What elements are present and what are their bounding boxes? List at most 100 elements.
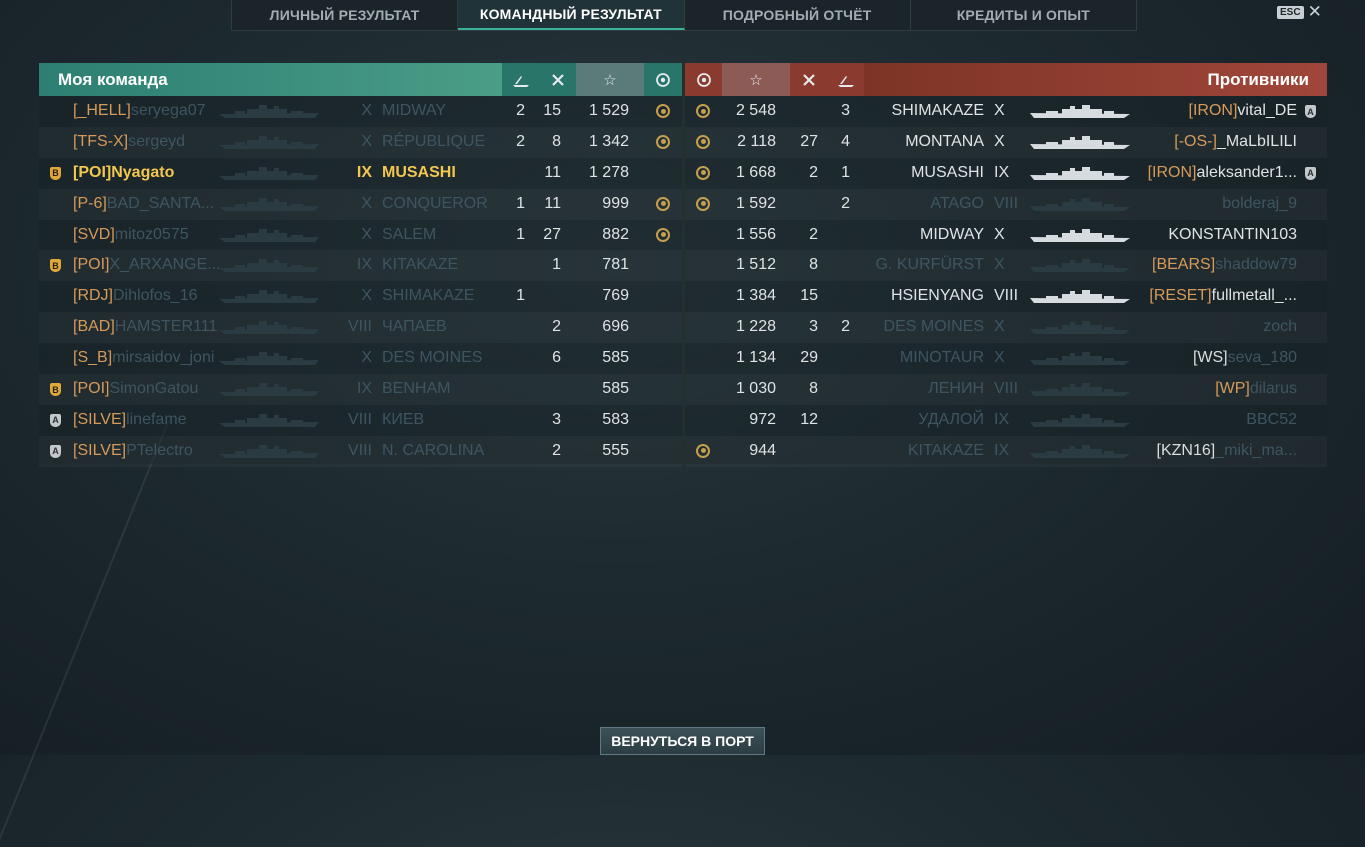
table-row[interactable]: B [POI]SimonGatou IX BENHAM 585 xyxy=(39,374,682,405)
return-to-port-button[interactable]: ВЕРНУТЬСЯ В ПОРТ xyxy=(600,727,765,755)
table-row[interactable]: [TFS-X]sergeyd X RÉPUBLIQUE 2 8 1 342 xyxy=(39,127,682,158)
ship-kills-icon[interactable] xyxy=(502,63,539,96)
ship-tier: VIII xyxy=(347,441,372,459)
planes-destroyed: 3 xyxy=(552,410,561,428)
ship-tier: VIII xyxy=(347,318,372,336)
player-nickname: Nyagato xyxy=(111,163,175,181)
ship-name: KITAKAZE xyxy=(907,441,984,459)
clan-tag: [SILVE] xyxy=(73,441,127,459)
base-xp-score: 999 xyxy=(602,194,629,212)
table-row[interactable]: 1 384 15 HSIENYANG VIII [RESET]fullmetall_..… xyxy=(685,281,1327,312)
ship-tier: X xyxy=(994,349,1005,367)
table-row[interactable]: 944 KITAKAZE IX [KZN16]_miki_ma... xyxy=(685,436,1327,467)
result-tabs: ЛИЧНЫЙ РЕЗУЛЬТАТ КОМАНДНЫЙ РЕЗУЛЬТАТ ПОД… xyxy=(231,0,1137,31)
player-name: [SVD]mitoz0575 xyxy=(73,226,189,244)
enemy-team-header: ☆ Противники xyxy=(685,63,1327,96)
table-row[interactable]: B [POI]Nyagato IX MUSASHI 11 1 278 xyxy=(39,158,682,189)
planes-destroyed: 3 xyxy=(809,318,818,336)
table-row[interactable]: 1 030 8 ЛЕНИН VIII [WP]dilarus xyxy=(685,374,1327,405)
base-xp-score: 583 xyxy=(602,410,629,428)
table-row[interactable]: A [SILVE]PTelectro VIII N. CAROLINA 2 555 xyxy=(39,436,682,467)
table-row[interactable]: [BAD]HAMSTER111 VIII ЧАПАЕВ 2 696 xyxy=(39,312,682,343)
ship-silhouette-icon xyxy=(1030,197,1130,211)
medal-icon[interactable] xyxy=(685,63,722,96)
table-row[interactable]: 1 228 3 2 DES MOINES Xzoch xyxy=(685,312,1327,343)
clan-tag: [BAD] xyxy=(73,318,115,336)
ship-tier: X xyxy=(361,287,372,305)
base-xp-score: 1 668 xyxy=(735,163,776,181)
star-icon[interactable]: ☆ xyxy=(576,63,644,96)
ship-silhouette-icon xyxy=(219,166,319,180)
table-row[interactable]: 1 668 2 1 MUSASHI IX [IRON]aleksander1... A xyxy=(685,158,1327,189)
plane-kills-icon[interactable] xyxy=(790,63,827,96)
base-xp-score: 882 xyxy=(602,225,629,243)
table-row[interactable]: 2 118 27 4 MONTANA X [-OS-]_MaLbILILI xyxy=(685,127,1327,158)
player-nickname: vital_DE xyxy=(1237,102,1297,119)
player-name: [P-6]BAD_SANTA... xyxy=(73,195,214,213)
base-xp-score: 1 228 xyxy=(735,318,776,336)
ship-kills-icon[interactable] xyxy=(827,63,864,96)
planes-destroyed: 1 xyxy=(552,256,561,274)
table-row[interactable]: 1 134 29 MINOTAUR X [WS]seva_180 xyxy=(685,343,1327,374)
base-xp-score: 1 134 xyxy=(735,349,776,367)
ships-destroyed: 1 xyxy=(516,194,525,212)
player-nickname: dilarus xyxy=(1249,380,1297,398)
ship-name: SHIMAKAZE xyxy=(891,102,984,119)
ship-tier: X xyxy=(361,132,372,150)
table-row[interactable]: 972 12 УДАЛОЙ IX BBC52 xyxy=(685,405,1327,436)
plane-kills-icon[interactable] xyxy=(539,63,576,96)
medal-icon[interactable] xyxy=(644,63,682,96)
ships-destroyed: 1 xyxy=(516,287,525,305)
ships-destroyed: 2 xyxy=(841,318,850,336)
close-button[interactable]: ESC ✕ xyxy=(1277,3,1322,20)
tab-credits-xp[interactable]: КРЕДИТЫ И ОПЫТ xyxy=(911,0,1136,30)
table-row[interactable]: [S_B]mirsaidov_joni X DES MOINES 6 585 xyxy=(39,343,682,374)
star-icon[interactable]: ☆ xyxy=(722,63,790,96)
tab-detailed-report[interactable]: ПОДРОБНЫЙ ОТЧЁТ xyxy=(685,0,911,30)
ship-name: ЧАПАЕВ xyxy=(382,318,447,336)
ship-silhouette-icon xyxy=(219,413,319,427)
ship-silhouette-icon xyxy=(219,258,319,273)
ships-destroyed: 2 xyxy=(516,102,525,119)
ship-tier: X xyxy=(994,256,1005,274)
player-nickname: KONSTANTIN103 xyxy=(1168,225,1297,243)
division-badge-icon: A xyxy=(50,444,61,458)
table-row[interactable]: 1 592 2 ATAGO VIII bolderaj_9 xyxy=(685,189,1327,220)
base-xp-score: 585 xyxy=(602,349,629,367)
ship-name: DES MOINES xyxy=(382,349,483,367)
my-team-title: Моя команда xyxy=(39,63,502,96)
ship-tier: X xyxy=(361,102,372,119)
ship-name: MONTANA xyxy=(905,132,984,150)
ship-tier: IX xyxy=(994,410,1010,428)
table-row[interactable]: [_HELL]seryega07 X MIDWAY 2 15 1 529 xyxy=(39,96,682,127)
table-row[interactable]: 1 512 8 G. KURFÜRST X [BEARS]shaddow79 xyxy=(685,250,1327,281)
ship-silhouette-icon xyxy=(1030,444,1130,458)
player-nickname: mirsaidov_joni xyxy=(112,349,215,367)
table-row[interactable]: 2 548 3 SHIMAKAZE X [IRON]vital_DE A xyxy=(685,96,1327,127)
base-xp-score: 1 512 xyxy=(735,256,776,274)
planes-destroyed: 2 xyxy=(809,225,818,243)
tab-team-result[interactable]: КОМАНДНЫЙ РЕЗУЛЬТАТ xyxy=(458,0,685,30)
table-row[interactable]: [SVD]mitoz0575 X SALEM 1 27 882 xyxy=(39,220,682,251)
player-nickname: linefame xyxy=(126,410,187,428)
base-xp-score: 1 030 xyxy=(735,380,776,398)
medal-icon xyxy=(696,443,710,458)
player-nickname: _MaLbILILI xyxy=(1216,132,1297,150)
ship-tier: VIII xyxy=(994,194,1019,212)
player-nickname: HAMSTER111 xyxy=(114,318,218,336)
table-row[interactable]: [RDJ]Dihlofos_16 X SHIMAKAZE 1 769 xyxy=(39,281,682,312)
table-row[interactable]: 1 556 2 MIDWAY X KONSTANTIN103 xyxy=(685,220,1327,251)
player-nickname: bolderaj_9 xyxy=(1222,194,1297,212)
table-row[interactable]: B [POI]X_ARXANGE... IX KITAKAZE 1 781 xyxy=(39,250,682,281)
my-team-panel: Моя команда ☆ [_HELL]seryega07 X MIDWAY 2 15… xyxy=(39,63,682,464)
clan-tag: [POI] xyxy=(73,163,112,181)
esc-key-label: ESC xyxy=(1277,5,1304,19)
table-row[interactable]: A [SILVE]linefame VIII КИЕВ 3 583 xyxy=(39,405,682,436)
player-name: BBC52 xyxy=(1246,411,1297,429)
planes-destroyed: 8 xyxy=(552,132,561,150)
base-xp-score: 972 xyxy=(749,410,776,428)
ship-silhouette-icon xyxy=(219,382,319,397)
tab-personal-result[interactable]: ЛИЧНЫЙ РЕЗУЛЬТАТ xyxy=(232,0,459,30)
ship-name: MUSASHI xyxy=(911,163,984,181)
table-row[interactable]: [P-6]BAD_SANTA... X CONQUEROR 1 11 999 xyxy=(39,189,682,220)
